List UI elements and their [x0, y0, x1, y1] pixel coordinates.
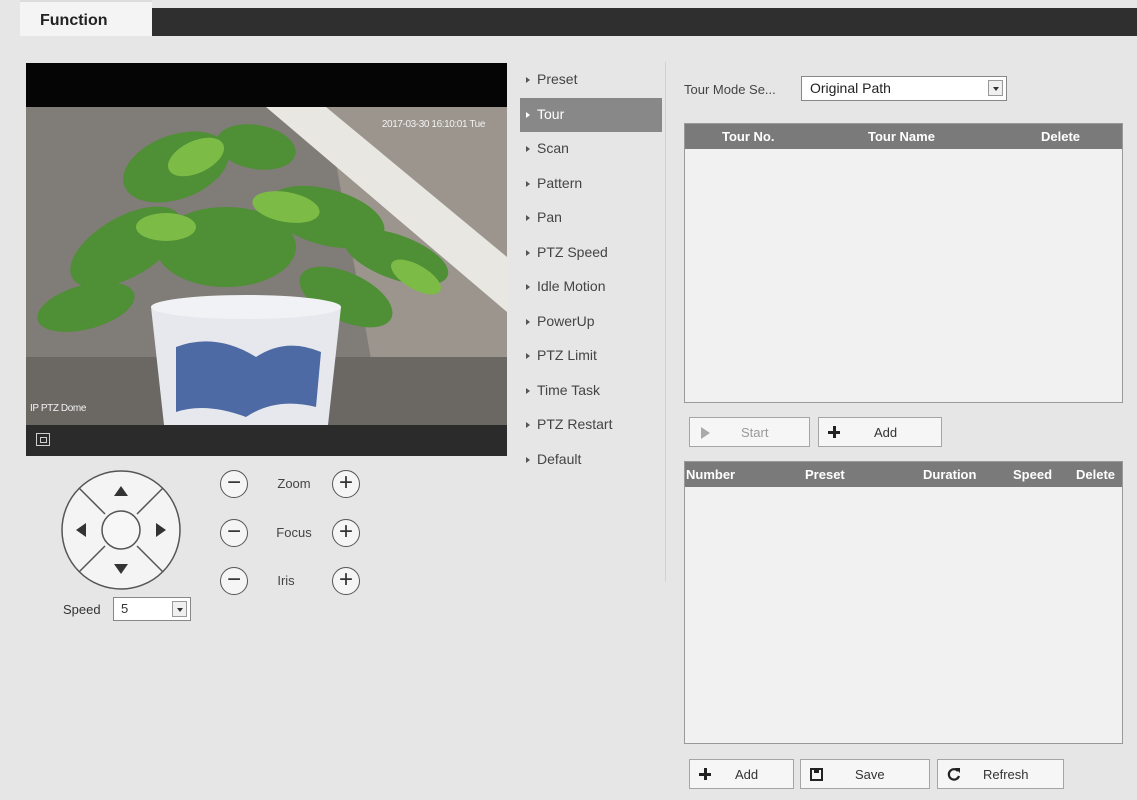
add-step-button-label: Add	[735, 767, 759, 782]
caret-right-icon	[526, 284, 530, 290]
menu-item-label: Default	[537, 450, 582, 467]
menu-item-default[interactable]: Default	[520, 443, 662, 478]
menu-item-label: PTZ Limit	[537, 347, 597, 363]
menu-item-label: Pattern	[537, 174, 583, 191]
menu-item-idle-motion[interactable]: Idle Motion	[520, 270, 662, 305]
function-menu: Preset Tour Scan Pattern Pan PTZ Speed Idle Mo…	[520, 63, 662, 477]
zoom-out-button[interactable]: −	[220, 470, 248, 498]
video-frame	[26, 107, 507, 443]
column-header-delete: Delete	[1041, 129, 1081, 144]
steps-table-header: Number Preset Duration Speed Delete	[685, 462, 1122, 487]
caret-right-icon	[526, 353, 530, 359]
play-icon	[701, 427, 710, 439]
menu-item-time-task[interactable]: Time Task	[520, 374, 662, 409]
tour-steps-table: Number Preset Duration Speed Delete	[684, 461, 1123, 744]
menu-item-label: Idle Motion	[537, 278, 606, 294]
menu-item-pan[interactable]: Pan	[520, 201, 662, 236]
speed-value: 5	[121, 601, 129, 616]
pan-left-button[interactable]	[75, 522, 87, 538]
menu-divider	[665, 62, 666, 582]
pan-right-button[interactable]	[155, 522, 167, 538]
save-icon	[810, 768, 823, 781]
iris-label: Iris	[277, 573, 295, 588]
tour-mode-label: Tour Mode Se...	[684, 82, 776, 97]
speed-label: Speed	[63, 602, 101, 617]
pan-down-button[interactable]	[113, 563, 129, 575]
focus-far-button[interactable]: +	[332, 519, 360, 547]
menu-item-label: PowerUp	[537, 312, 595, 329]
start-button[interactable]: Start	[689, 417, 810, 447]
menu-item-ptz-restart[interactable]: PTZ Restart	[520, 408, 662, 443]
tour-mode-select[interactable]: Original Path	[801, 76, 1007, 101]
plus-icon	[828, 426, 840, 438]
column-header-number: Number	[686, 467, 736, 482]
focus-label: Focus	[276, 525, 312, 540]
caret-right-icon	[526, 249, 530, 256]
focus-near-button[interactable]: −	[220, 519, 248, 547]
live-video: 2017-03-30 16:10:01 Tue IP PTZ Dome	[26, 63, 507, 456]
column-header-tour-no: Tour No.	[722, 129, 775, 144]
menu-item-powerup[interactable]: PowerUp	[520, 305, 662, 340]
menu-item-label: Time Task	[537, 381, 601, 398]
caret-right-icon	[526, 77, 530, 83]
video-channel-name: IP PTZ Dome	[30, 403, 86, 414]
column-header-preset: Preset	[805, 467, 845, 482]
top-tab-bar	[152, 8, 1137, 36]
column-header-delete: Delete	[1076, 467, 1116, 482]
menu-item-ptz-limit[interactable]: PTZ Limit	[520, 339, 662, 374]
caret-right-icon	[526, 215, 530, 221]
caret-right-icon	[526, 180, 530, 187]
menu-item-pattern[interactable]: Pattern	[520, 167, 662, 202]
chevron-down-icon[interactable]	[172, 601, 187, 617]
iris-open-button[interactable]: +	[332, 567, 360, 595]
chevron-down-icon[interactable]	[988, 80, 1003, 96]
menu-item-label: Scan	[537, 140, 569, 156]
menu-item-scan[interactable]: Scan	[520, 132, 662, 167]
add-step-button[interactable]: Add	[689, 759, 794, 789]
menu-item-tour[interactable]: Tour	[520, 97, 662, 132]
speed-select[interactable]: 5	[113, 597, 191, 621]
caret-right-icon	[526, 387, 530, 394]
video-timestamp: 2017-03-30 16:10:01 Tue	[381, 119, 486, 130]
tour-table-header: Tour No. Tour Name Delete	[685, 124, 1122, 149]
ptz-direction-pad	[60, 469, 182, 591]
save-button-label: Save	[855, 767, 885, 782]
column-header-tour-name: Tour Name	[868, 129, 935, 144]
menu-item-label: Pan	[537, 209, 562, 225]
caret-right-icon	[526, 318, 530, 325]
menu-item-label: Preset	[537, 71, 578, 87]
save-button[interactable]: Save	[800, 759, 930, 789]
zoom-label: Zoom	[277, 476, 311, 491]
refresh-icon	[947, 768, 961, 781]
fullscreen-icon[interactable]	[36, 433, 50, 446]
caret-right-icon	[526, 422, 530, 428]
start-button-label: Start	[741, 425, 769, 440]
caret-right-icon	[526, 456, 530, 463]
refresh-button[interactable]: Refresh	[937, 759, 1064, 789]
menu-item-label: PTZ Speed	[537, 243, 608, 260]
tour-mode-value: Original Path	[810, 80, 891, 96]
pan-up-button[interactable]	[113, 485, 129, 497]
menu-item-preset[interactable]: Preset	[520, 63, 662, 98]
menu-item-label: PTZ Restart	[537, 416, 613, 432]
iris-close-button[interactable]: −	[220, 567, 248, 595]
add-tour-button[interactable]: Add	[818, 417, 942, 447]
caret-right-icon	[526, 111, 530, 118]
zoom-in-button[interactable]: +	[332, 470, 360, 498]
caret-right-icon	[526, 146, 530, 152]
refresh-button-label: Refresh	[983, 767, 1029, 782]
tour-table: Tour No. Tour Name Delete	[684, 123, 1123, 403]
column-header-speed: Speed	[1013, 467, 1053, 482]
video-toolbar	[26, 425, 507, 456]
menu-item-ptz-speed[interactable]: PTZ Speed	[520, 236, 662, 271]
menu-item-label: Tour	[537, 105, 565, 122]
plus-icon	[699, 768, 711, 780]
add-tour-button-label: Add	[874, 425, 898, 440]
column-header-duration: Duration	[923, 467, 977, 482]
video-image	[26, 107, 507, 443]
tab-function[interactable]: Function	[20, 0, 152, 36]
